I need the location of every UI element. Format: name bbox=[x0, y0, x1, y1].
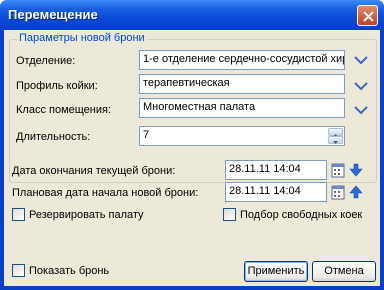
group-title: Параметры новой брони bbox=[17, 32, 147, 44]
title-bar[interactable]: Перемещение bbox=[0, 0, 384, 30]
window-title: Перемещение bbox=[8, 7, 98, 22]
department-label: Отделение: bbox=[16, 55, 76, 67]
duration-spinner[interactable] bbox=[328, 128, 343, 144]
close-button[interactable] bbox=[357, 5, 378, 26]
dialog-window: Перемещение Параметры новой брони Отделе… bbox=[0, 0, 384, 290]
spin-down-button[interactable] bbox=[328, 136, 343, 144]
arrow-up-icon[interactable] bbox=[349, 185, 363, 199]
chevron-down-icon[interactable] bbox=[353, 102, 369, 118]
spin-down-icon bbox=[333, 141, 338, 144]
calendar-icon[interactable] bbox=[331, 162, 345, 178]
chevron-down-icon[interactable] bbox=[353, 78, 369, 94]
current-end-label: Дата окончания текущей брони: bbox=[12, 165, 176, 177]
free-beds-checkbox[interactable] bbox=[223, 208, 236, 221]
close-icon bbox=[363, 11, 374, 22]
current-end-date-field[interactable]: 28.11.11 14:04 bbox=[225, 160, 327, 180]
room-class-field[interactable]: Многоместная палата bbox=[139, 98, 345, 118]
chevron-down-icon[interactable] bbox=[353, 52, 369, 68]
cancel-button[interactable]: Отмена bbox=[312, 261, 376, 282]
room-class-label: Класс помещения: bbox=[16, 104, 112, 116]
arrow-down-icon[interactable] bbox=[349, 163, 363, 177]
bed-profile-label: Профиль койки: bbox=[16, 80, 98, 92]
apply-button[interactable]: Применить bbox=[244, 261, 308, 282]
show-booking-label[interactable]: Показать бронь bbox=[29, 265, 109, 277]
duration-field[interactable]: 7 bbox=[139, 126, 345, 146]
department-field[interactable]: 1-е отделение сердечно-сосудистой хирург bbox=[139, 50, 345, 70]
planned-start-label: Плановая дата начала новой брони: bbox=[12, 187, 199, 199]
calendar-icon[interactable] bbox=[331, 184, 345, 200]
duration-value: 7 bbox=[143, 129, 150, 141]
reserve-room-checkbox[interactable] bbox=[12, 208, 25, 221]
dialog-client-area: Параметры новой брони Отделение: 1-е отд… bbox=[4, 30, 380, 286]
show-booking-checkbox[interactable] bbox=[12, 264, 25, 277]
free-beds-label[interactable]: Подбор свободных коек bbox=[240, 209, 362, 221]
duration-label: Длительность: bbox=[16, 131, 91, 143]
planned-start-date-field[interactable]: 28.11.11 14:04 bbox=[225, 182, 327, 202]
spin-up-button[interactable] bbox=[328, 128, 343, 137]
bed-profile-field[interactable]: терапевтическая bbox=[139, 74, 345, 94]
reserve-room-label[interactable]: Резервировать палату bbox=[29, 209, 144, 221]
